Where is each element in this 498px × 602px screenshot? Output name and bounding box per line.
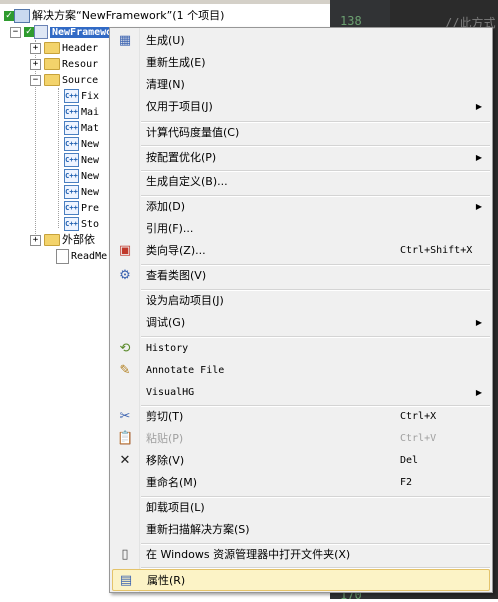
file-label: New bbox=[81, 155, 100, 166]
file-label: New bbox=[81, 187, 100, 198]
menu-item-unload-project[interactable]: 卸载项目(L) bbox=[112, 497, 490, 519]
solution-title: 解决方案“NewFramework”(1 个项目) bbox=[32, 9, 225, 22]
menu-item-history[interactable]: ⟲ History bbox=[112, 338, 490, 360]
open-folder-icon: ▯ bbox=[121, 547, 129, 562]
explorer-top-strip bbox=[0, 0, 330, 4]
solution-node[interactable]: ✓ 解决方案“NewFramework”(1 个项目) bbox=[4, 8, 224, 24]
menu-item-debug[interactable]: 调试(G) ▶ bbox=[112, 312, 490, 334]
file-node[interactable]: C++ Fix bbox=[64, 88, 99, 104]
menu-item-rescan-solution[interactable]: 重新扫描解决方案(S) bbox=[112, 519, 490, 541]
file-node[interactable]: C++ Pre bbox=[64, 200, 99, 216]
line-number: 138 bbox=[340, 14, 362, 28]
menu-item-references[interactable]: 引用(F)... bbox=[112, 218, 490, 240]
expand-icon[interactable]: + bbox=[30, 234, 41, 246]
readme-label: ReadMe bbox=[71, 251, 108, 262]
menu-item-paste[interactable]: 📋 粘贴(P) Ctrl+V bbox=[112, 428, 490, 450]
file-node[interactable]: C++ New bbox=[64, 152, 99, 168]
menu-item-clean[interactable]: 清理(N) bbox=[112, 74, 490, 96]
properties-icon: ▤ bbox=[119, 573, 133, 588]
menu-item-annotate-file[interactable]: ✎ Annotate File bbox=[112, 360, 490, 382]
file-node[interactable]: C++ New bbox=[64, 168, 99, 184]
folder-icon bbox=[44, 58, 60, 70]
file-label: New bbox=[81, 139, 100, 150]
menu-item-code-metrics[interactable]: 计算代码度量值(C) bbox=[112, 122, 490, 144]
folder-icon bbox=[44, 234, 60, 246]
file-node[interactable]: C++ Mat bbox=[64, 120, 99, 136]
cpp-file-icon: C++ bbox=[64, 153, 79, 167]
history-icon: ⟲ bbox=[119, 341, 131, 356]
cpp-file-icon: C++ bbox=[64, 217, 79, 231]
checkmark-icon: ✓ bbox=[4, 11, 14, 21]
file-label: New bbox=[81, 171, 100, 182]
menu-item-rename[interactable]: 重命名(M) F2 bbox=[112, 472, 490, 494]
expand-icon[interactable]: + bbox=[30, 42, 41, 54]
remove-icon: ✕ bbox=[119, 453, 131, 468]
menu-item-profile-guided[interactable]: 按配置优化(P) ▶ bbox=[112, 147, 490, 169]
collapse-icon[interactable]: − bbox=[10, 26, 21, 38]
cpp-file-icon: C++ bbox=[64, 201, 79, 215]
submenu-arrow-icon: ▶ bbox=[475, 388, 482, 397]
context-menu: ▦ 生成(U) 重新生成(E) 清理(N) 仅用于项目(J) ▶ 计算代码度量值… bbox=[109, 27, 493, 593]
project-icon bbox=[34, 25, 48, 39]
file-label: Pre bbox=[81, 203, 100, 214]
solution-icon bbox=[14, 9, 30, 23]
text-file-icon bbox=[56, 248, 69, 264]
menu-item-add[interactable]: 添加(D) ▶ bbox=[112, 196, 490, 218]
folder-label: Resour bbox=[62, 59, 99, 70]
file-label: Mai bbox=[81, 107, 100, 118]
cpp-file-icon: C++ bbox=[64, 137, 79, 151]
paste-icon: 📋 bbox=[117, 431, 134, 446]
folder-icon bbox=[44, 42, 60, 54]
menu-item-project-only[interactable]: 仅用于项目(J) ▶ bbox=[112, 96, 490, 118]
submenu-arrow-icon: ▶ bbox=[475, 153, 482, 162]
cpp-file-icon: C++ bbox=[64, 169, 79, 183]
file-label: Sto bbox=[81, 219, 100, 230]
file-label: Mat bbox=[81, 123, 100, 134]
menu-item-set-startup[interactable]: 设为启动项目(J) bbox=[112, 290, 490, 312]
menu-item-properties[interactable]: ▤ 属性(R) bbox=[112, 569, 490, 591]
collapse-icon[interactable]: − bbox=[30, 74, 41, 86]
folder-label: Source bbox=[62, 75, 99, 86]
cut-icon: ✂ bbox=[119, 409, 131, 424]
file-label: Fix bbox=[81, 91, 100, 102]
checkmark-icon: ✓ bbox=[24, 27, 34, 37]
class-diagram-icon: ⚙ bbox=[119, 268, 131, 283]
folder-node[interactable]: − Source bbox=[30, 72, 98, 88]
folder-open-icon bbox=[44, 74, 60, 86]
folder-label: Header bbox=[62, 43, 99, 54]
menu-item-build-customizations[interactable]: 生成自定义(B)... bbox=[112, 171, 490, 193]
menu-item-class-wizard[interactable]: ▣ 类向导(Z)... Ctrl+Shift+X bbox=[112, 240, 490, 262]
menu-item-rebuild[interactable]: 重新生成(E) bbox=[112, 52, 490, 74]
readme-node[interactable]: ReadMe bbox=[56, 248, 107, 264]
external-deps-label: 外部依 bbox=[62, 233, 95, 246]
build-icon: ▦ bbox=[118, 33, 132, 48]
class-wizard-icon: ▣ bbox=[118, 243, 132, 258]
menu-item-remove[interactable]: ✕ 移除(V) Del bbox=[112, 450, 490, 472]
file-node[interactable]: C++ Sto bbox=[64, 216, 99, 232]
submenu-arrow-icon: ▶ bbox=[475, 318, 482, 327]
menu-item-build[interactable]: ▦ 生成(U) bbox=[112, 30, 490, 52]
file-node[interactable]: C++ Mai bbox=[64, 104, 99, 120]
cpp-file-icon: C++ bbox=[64, 185, 79, 199]
external-deps-node[interactable]: + 外部依 bbox=[30, 232, 95, 248]
annotate-icon: ✎ bbox=[119, 363, 131, 378]
file-node[interactable]: C++ New bbox=[64, 136, 99, 152]
folder-node[interactable]: + Header bbox=[30, 40, 98, 56]
menu-item-open-in-explorer[interactable]: ▯ 在 Windows 资源管理器中打开文件夹(X) bbox=[112, 544, 490, 566]
expand-icon[interactable]: + bbox=[30, 58, 41, 70]
submenu-arrow-icon: ▶ bbox=[475, 202, 482, 211]
menu-item-visualhg[interactable]: VisualHG ▶ bbox=[112, 382, 490, 404]
cpp-file-icon: C++ bbox=[64, 121, 79, 135]
folder-node[interactable]: + Resour bbox=[30, 56, 98, 72]
submenu-arrow-icon: ▶ bbox=[475, 102, 482, 111]
cpp-file-icon: C++ bbox=[64, 105, 79, 119]
file-node[interactable]: C++ New bbox=[64, 184, 99, 200]
menu-item-view-class-diagram[interactable]: ⚙ 查看类图(V) bbox=[112, 265, 490, 287]
menu-item-cut[interactable]: ✂ 剪切(T) Ctrl+X bbox=[112, 406, 490, 428]
cpp-file-icon: C++ bbox=[64, 89, 79, 103]
